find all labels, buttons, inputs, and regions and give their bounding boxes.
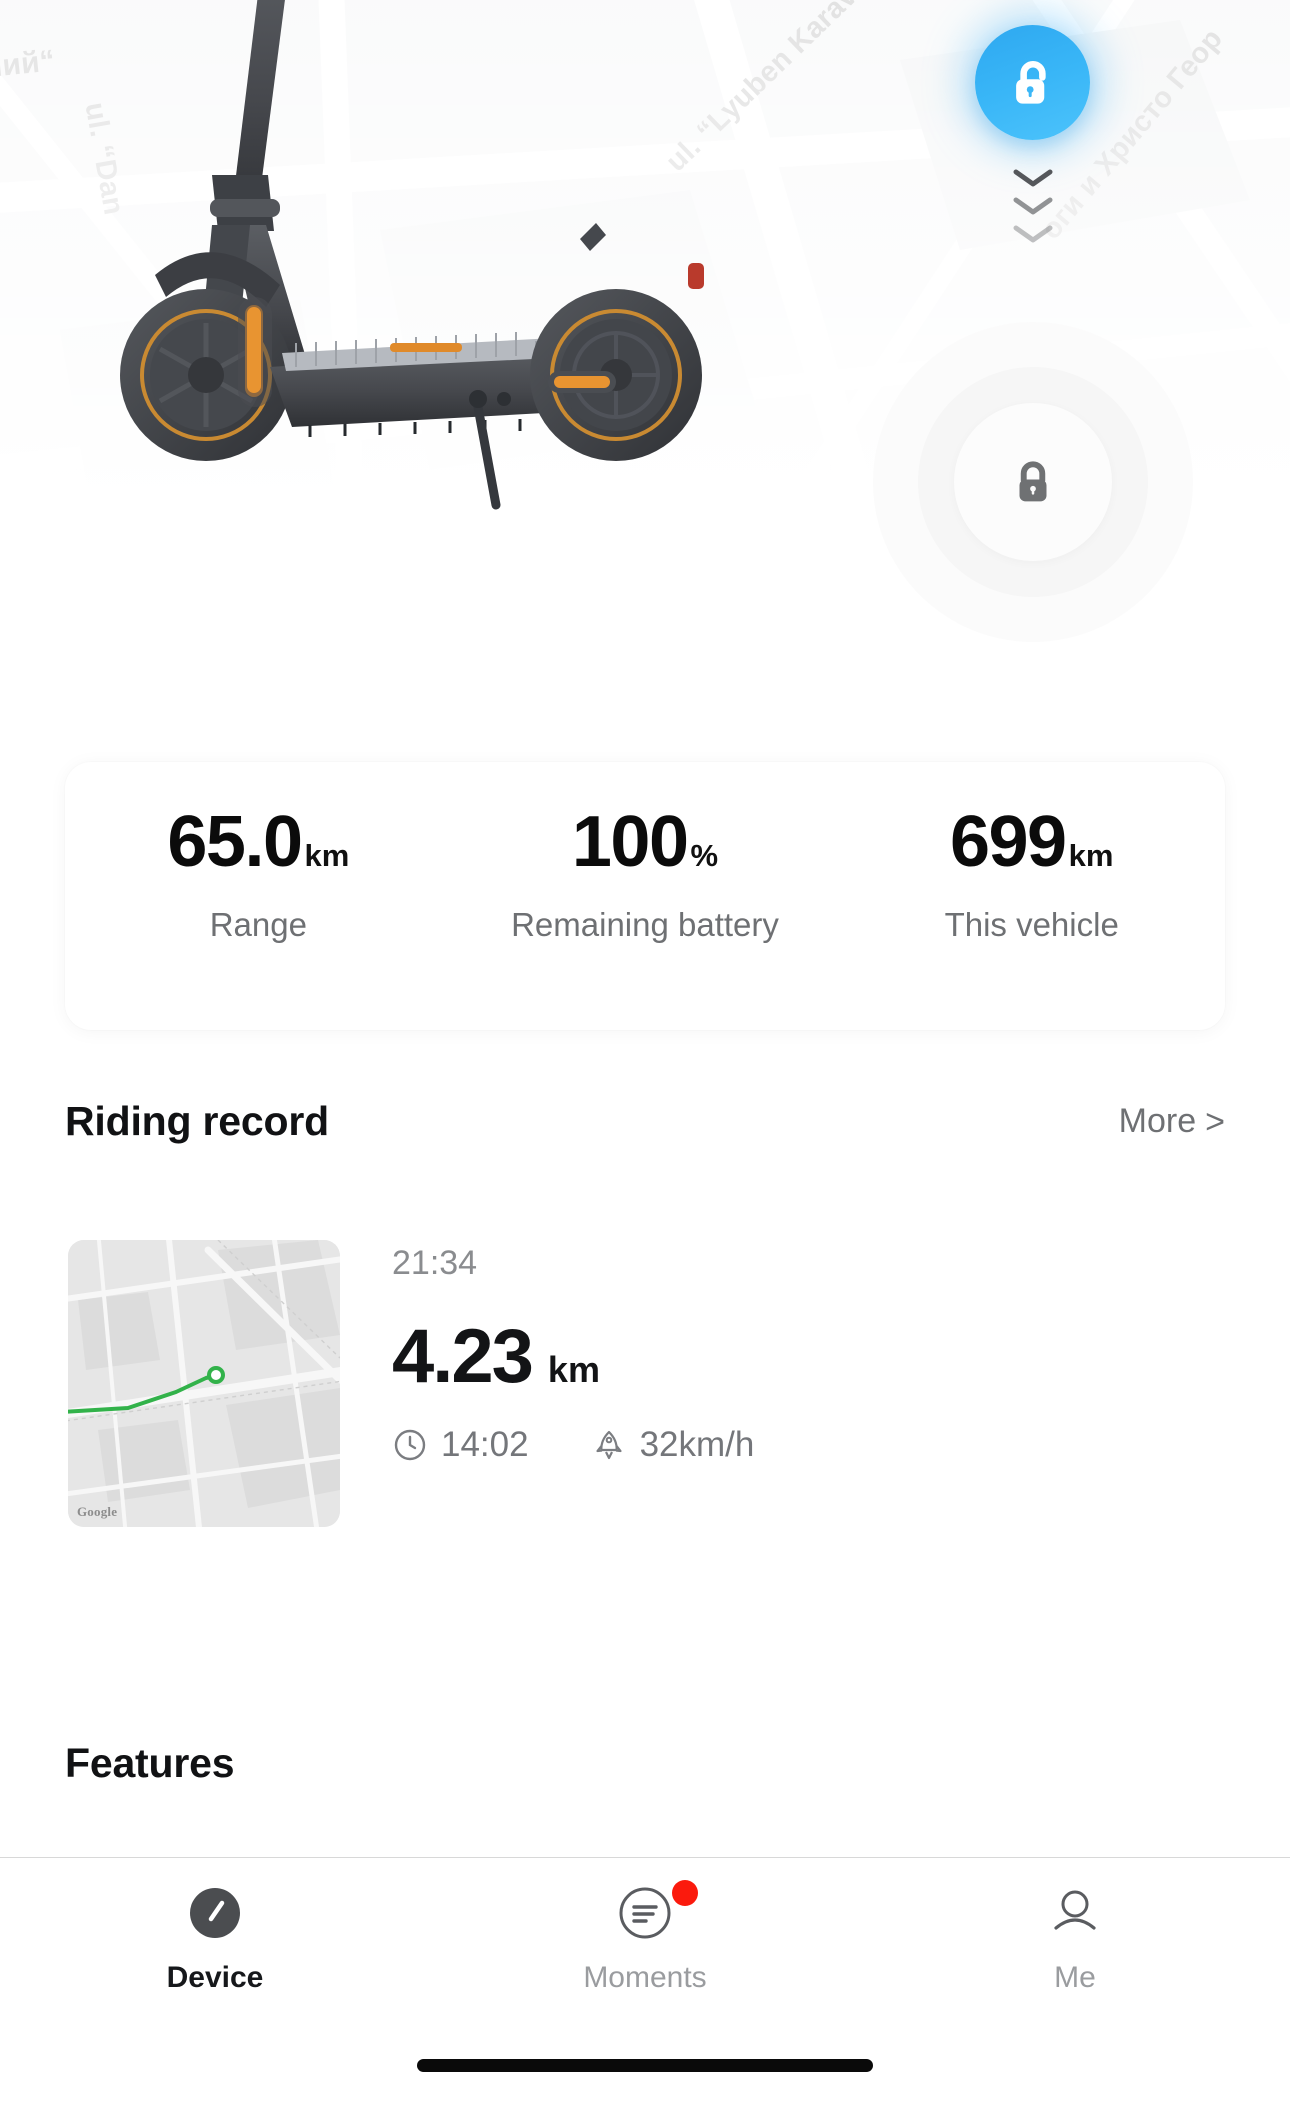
- rocket-icon: [591, 1427, 627, 1463]
- stat-unit: %: [690, 838, 719, 873]
- tab-label: Moments: [583, 1961, 707, 1994]
- ride-distance-value: 4.23: [392, 1314, 534, 1399]
- stat-number: 100: [571, 802, 689, 882]
- ride-distance-unit: km: [547, 1349, 600, 1390]
- riding-record-title: Riding record: [65, 1098, 329, 1144]
- stat-number: 699: [949, 802, 1067, 882]
- stat-unit: km: [304, 838, 350, 873]
- more-label: More: [1118, 1102, 1197, 1140]
- unlock-icon: [1003, 53, 1063, 113]
- ride-max-speed-value: 32km/h: [639, 1425, 755, 1464]
- stat-remaining-battery: 100 % Remaining battery: [452, 762, 839, 946]
- ride-details: 21:34 4.23 km 14:02 32km/h: [392, 1240, 754, 1527]
- tab-device[interactable]: Device: [0, 1858, 430, 1995]
- app-screen: мий“ ul. “Dan ul. “Lyuben Karave оги и Х…: [0, 0, 1290, 2108]
- ride-distance: 4.23 km: [392, 1319, 754, 1395]
- ride-duration-value: 14:02: [441, 1425, 529, 1464]
- stat-range: 65.0 km Range: [65, 762, 452, 946]
- stat-label: Range: [209, 906, 307, 943]
- scroll-hint-chevrons: [995, 168, 1070, 244]
- clock-icon: [392, 1427, 428, 1463]
- home-indicator: [417, 2059, 873, 2072]
- lock-button[interactable]: [954, 403, 1112, 561]
- riding-record-item[interactable]: Google 21:34 4.23 km 14:02 32km/h: [68, 1240, 1228, 1527]
- tab-label: Me: [1054, 1961, 1096, 1994]
- tab-label: Device: [166, 1961, 264, 1994]
- stat-label: Remaining battery: [511, 906, 779, 943]
- speedometer-icon: [184, 1882, 246, 1944]
- tab-me[interactable]: Me: [860, 1858, 1290, 1995]
- vehicle-stats-card: 65.0 km Range 100 % Remaining battery 69…: [65, 762, 1225, 1030]
- chevron-down-icon: [1011, 224, 1055, 244]
- riding-record-more-button[interactable]: More >: [1119, 1102, 1225, 1141]
- chevron-right-icon: >: [1205, 1102, 1225, 1141]
- bottom-tabbar: Device Moments Me: [0, 1858, 1290, 2038]
- chevron-down-icon: [1011, 168, 1055, 188]
- stat-value: 65.0 km: [65, 806, 452, 878]
- unlock-button[interactable]: [975, 25, 1090, 140]
- riding-record-header: Riding record More >: [65, 1098, 1225, 1145]
- stat-value: 100 %: [452, 806, 839, 878]
- ride-max-speed: 32km/h: [591, 1425, 755, 1465]
- ride-start-time: 21:34: [392, 1244, 478, 1282]
- stat-value: 699 km: [838, 806, 1225, 878]
- map-watermark: Google: [77, 1504, 118, 1519]
- person-icon: [1044, 1882, 1106, 1944]
- vehicle-hero: мий“ ul. “Dan ul. “Lyuben Karave оги и Х…: [0, 0, 1290, 700]
- feed-icon: [614, 1880, 698, 1944]
- ride-route-thumbnail[interactable]: Google: [68, 1240, 340, 1527]
- ride-duration: 14:02: [392, 1425, 529, 1465]
- ride-meta: 14:02 32km/h: [392, 1425, 754, 1465]
- tab-moments[interactable]: Moments: [430, 1858, 860, 1995]
- lock-icon: [1006, 455, 1060, 509]
- notification-badge: [672, 1880, 698, 1906]
- stat-unit: km: [1068, 838, 1114, 873]
- scooter-illustration: [60, 0, 740, 615]
- stat-this-vehicle: 699 km This vehicle: [838, 762, 1225, 946]
- features-title: Features: [65, 1740, 235, 1786]
- chevron-down-icon: [1011, 196, 1055, 216]
- stat-number: 65.0: [167, 802, 303, 882]
- lock-button-wrapper: [868, 317, 1198, 647]
- stat-label: This vehicle: [944, 906, 1119, 943]
